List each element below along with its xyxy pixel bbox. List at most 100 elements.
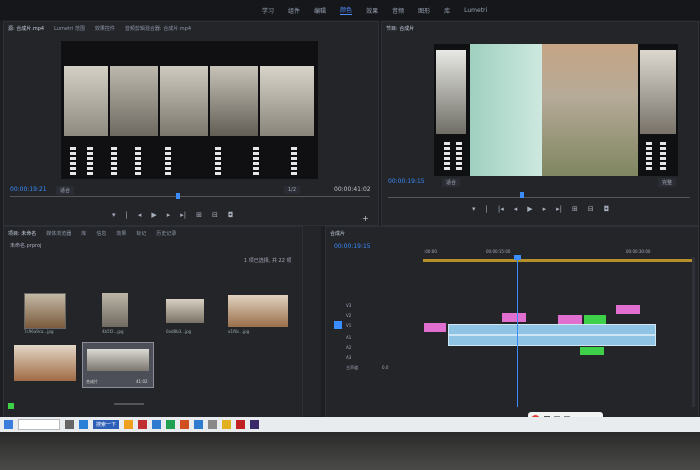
tab-info[interactable]: 信息 (96, 230, 106, 237)
clip-pink[interactable] (424, 323, 446, 332)
source-timecode-in[interactable]: 00:00:19:21 (10, 186, 47, 193)
tab-audio-mixer[interactable]: 音频剪辑混合器: 合成片.mp4 (125, 25, 191, 32)
go-out-icon[interactable]: ▸| (556, 206, 562, 213)
search-button[interactable]: 搜索一下 (93, 420, 120, 429)
menu-item-graphics[interactable]: 图形 (418, 6, 430, 15)
media-thumbnail[interactable] (14, 345, 76, 381)
clip-pink[interactable] (558, 315, 582, 324)
source-scrub-bar[interactable] (10, 196, 370, 197)
source-fit-select[interactable]: 适合 (56, 186, 75, 195)
file-name: 合成片 (86, 379, 98, 384)
play-icon[interactable]: ▶ (527, 206, 532, 213)
step-back-icon[interactable]: ◂ (514, 206, 518, 213)
workspace-menu: 学习 组件 编辑 颜色 效果 音频 图形 库 Lumetri (262, 0, 487, 20)
tab-effect-controls[interactable]: 效果控件 (95, 25, 115, 32)
app-icon[interactable] (138, 420, 148, 429)
clip-pink[interactable] (502, 313, 526, 322)
menu-item-color[interactable]: 颜色 (340, 5, 353, 15)
source-resolution-select[interactable]: 1/2 (284, 186, 301, 194)
tab-markers[interactable]: 标记 (136, 230, 146, 237)
track-header-a3[interactable]: A3 (346, 355, 351, 360)
menu-item-audio[interactable]: 音频 (392, 6, 404, 15)
tab-program[interactable]: 节目: 合成片 (386, 25, 414, 32)
tab-effects[interactable]: 效果 (116, 230, 126, 237)
menu-item-edit[interactable]: 编辑 (314, 6, 326, 15)
extract-icon[interactable]: ⊟ (588, 206, 594, 213)
app-icon[interactable] (236, 420, 246, 429)
track-header-v2[interactable]: V2 (346, 313, 351, 318)
master-track-label: 主声道 (346, 365, 358, 370)
app-icon[interactable] (124, 420, 134, 429)
app-icon[interactable] (194, 420, 204, 429)
clip-pink[interactable] (616, 305, 640, 314)
mark-out-icon[interactable]: | (126, 212, 128, 219)
master-track-value[interactable]: 0.0 (382, 365, 388, 370)
timeline-timecode[interactable]: 00:00:19:15 (334, 243, 371, 250)
clip-green[interactable] (584, 315, 606, 324)
step-forward-icon[interactable]: ▸ (543, 206, 547, 213)
go-in-icon[interactable]: |◂ (498, 206, 504, 213)
app-icon[interactable] (180, 420, 190, 429)
menu-item-learn[interactable]: 学习 (262, 6, 274, 15)
taskbar-search-box[interactable] (18, 419, 60, 430)
program-fit-select[interactable]: 适合 (442, 178, 461, 187)
add-button-icon[interactable]: + (362, 214, 369, 223)
timeline-playhead[interactable] (517, 257, 518, 407)
mark-in-icon[interactable]: ▾ (472, 206, 476, 213)
lock-icon[interactable] (8, 403, 14, 409)
photo-4 (210, 66, 258, 136)
photo-1 (64, 66, 108, 136)
app-icon[interactable] (208, 420, 218, 429)
clip-blue-audio[interactable] (448, 335, 656, 346)
task-view-icon[interactable] (65, 420, 74, 429)
lift-icon[interactable]: ⊞ (572, 206, 578, 213)
work-area-bar[interactable] (423, 259, 693, 262)
zoom-slider[interactable] (114, 403, 144, 405)
tab-history[interactable]: 历史记录 (156, 230, 176, 237)
tab-sequence[interactable]: 合成片 (330, 230, 345, 237)
media-thumbnail[interactable] (24, 293, 66, 329)
tab-source[interactable]: 源: 合成片.mp4 (8, 25, 44, 32)
tab-project[interactable]: 项目: 未命名 (8, 230, 36, 237)
app-icon[interactable] (152, 420, 162, 429)
mark-in-icon[interactable]: ▾ (112, 212, 116, 219)
app-icon[interactable] (222, 420, 232, 429)
tab-lumetri-scopes[interactable]: Lumetri 范围 (54, 25, 85, 32)
track-header-v3[interactable]: V3 (346, 303, 351, 308)
premiere-icon[interactable] (250, 420, 260, 429)
camera-icon[interactable]: ◘ (228, 212, 234, 219)
insert-icon[interactable]: ⊞ (196, 212, 202, 219)
clip-green[interactable] (580, 347, 604, 355)
target-track-icon[interactable] (334, 321, 342, 329)
program-scrub-bar[interactable] (388, 197, 690, 198)
tab-media-browser[interactable]: 媒体浏览器 (46, 230, 71, 237)
media-thumbnail[interactable] (166, 299, 204, 323)
menu-item-assembly[interactable]: 组件 (288, 6, 300, 15)
menu-item-library[interactable]: 库 (444, 6, 450, 15)
clip-blue-video[interactable] (448, 324, 656, 335)
menu-item-effects[interactable]: 效果 (366, 6, 378, 15)
app-icon[interactable] (166, 420, 176, 429)
source-playhead[interactable] (176, 193, 180, 199)
program-playhead[interactable] (520, 192, 524, 198)
program-resolution-select[interactable]: 完整 (658, 178, 677, 187)
track-header-a1[interactable]: A1 (346, 335, 351, 340)
menu-item-lumetri[interactable]: Lumetri (464, 7, 487, 14)
media-thumbnail[interactable] (228, 295, 288, 327)
browser-icon[interactable] (79, 420, 88, 429)
track-header-a2[interactable]: A2 (346, 345, 351, 350)
camera-icon[interactable]: ◘ (604, 206, 610, 213)
program-timecode[interactable]: 00:00:19:15 (388, 178, 425, 185)
loop-icon[interactable]: ▸| (180, 212, 186, 219)
mark-out-icon[interactable]: | (486, 206, 488, 213)
playhead-handle[interactable] (514, 255, 521, 260)
step-back-icon[interactable]: ◂ (138, 212, 142, 219)
play-icon[interactable]: ▶ (151, 212, 156, 219)
track-header-v1[interactable]: V1 (346, 323, 351, 328)
media-thumbnail[interactable] (102, 293, 128, 327)
step-forward-icon[interactable]: ▸ (167, 212, 171, 219)
tab-library[interactable]: 库 (81, 230, 86, 237)
windows-start-icon[interactable] (4, 420, 13, 429)
overwrite-icon[interactable]: ⊟ (212, 212, 218, 219)
timeline-scrollbar[interactable] (692, 257, 695, 407)
